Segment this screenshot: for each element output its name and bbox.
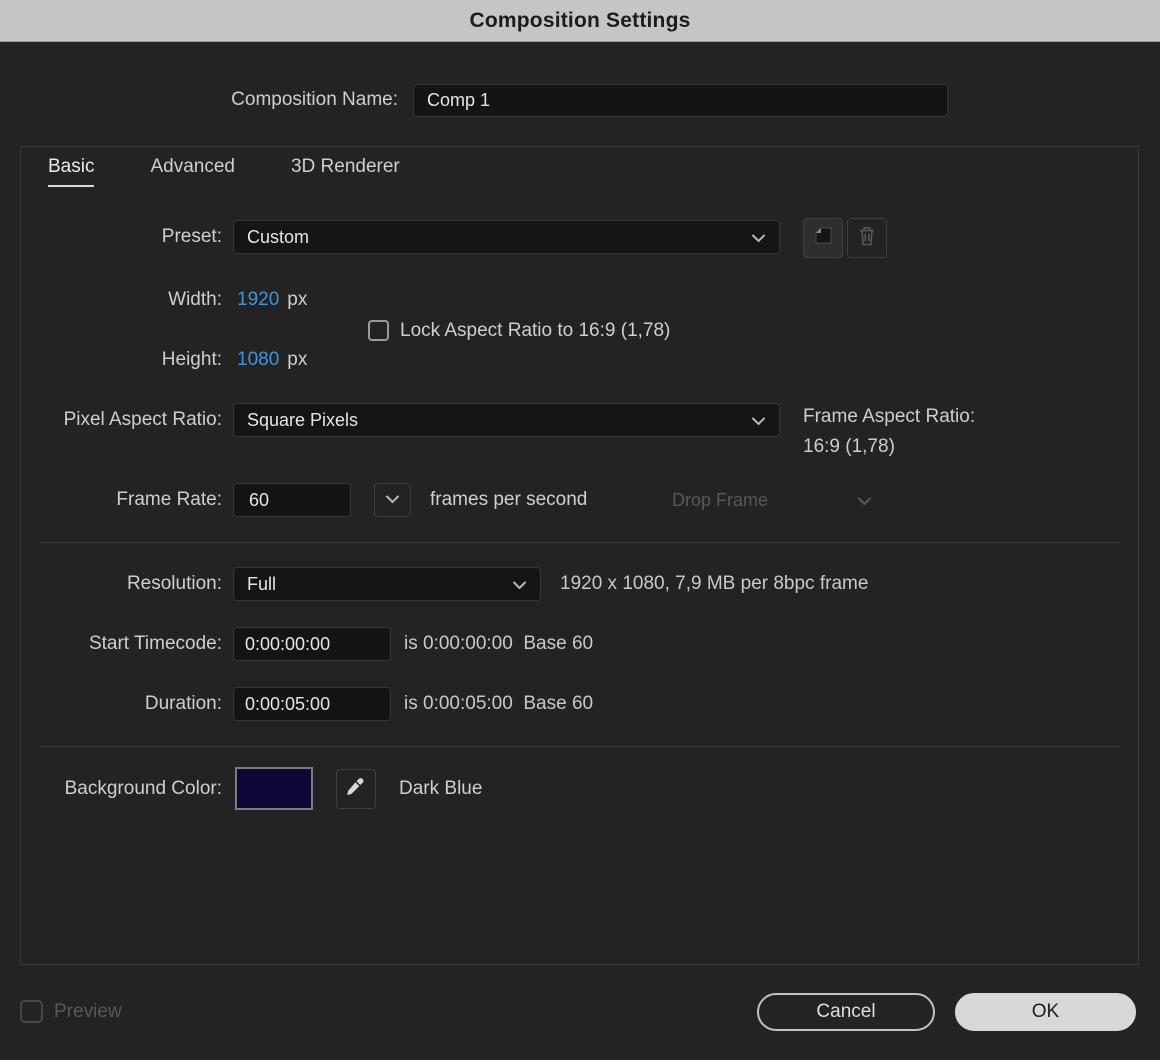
tab-advanced[interactable]: Advanced <box>150 156 235 187</box>
start-timecode-label: Start Timecode: <box>88 633 222 654</box>
resolution-label: Resolution: <box>126 573 222 594</box>
tab-content-panel <box>20 146 1139 965</box>
trash-icon <box>857 225 877 252</box>
cancel-button[interactable]: Cancel <box>757 993 935 1031</box>
background-color-name: Dark Blue <box>399 778 483 799</box>
window-title: Composition Settings <box>469 8 691 32</box>
start-timecode-info: is 0:00:00:00 Base 60 <box>404 633 594 654</box>
composition-name-label: Composition Name: <box>231 89 398 110</box>
composition-name-input[interactable] <box>413 84 948 117</box>
background-color-label: Background Color: <box>64 778 222 799</box>
preset-dropdown[interactable]: Custom <box>233 220 780 254</box>
save-preset-icon <box>813 225 834 251</box>
eyedropper-icon <box>346 777 366 802</box>
start-timecode-input[interactable] <box>233 627 391 661</box>
width-value[interactable]: 1920 <box>237 289 279 311</box>
preset-value: Custom <box>247 226 310 247</box>
pixel-aspect-ratio-dropdown[interactable]: Square Pixels <box>233 403 780 437</box>
tab-3d-renderer[interactable]: 3D Renderer <box>291 156 400 187</box>
cancel-button-label: Cancel <box>816 1001 876 1022</box>
frame-aspect-ratio-label: Frame Aspect Ratio: <box>803 406 976 427</box>
eyedropper-button[interactable] <box>336 769 376 809</box>
height-label: Height: <box>161 349 222 370</box>
lock-aspect-label: Lock Aspect Ratio to 16:9 (1,78) <box>400 320 671 341</box>
width-unit: px <box>287 289 308 310</box>
preset-label: Preset: <box>161 226 222 247</box>
pixel-aspect-ratio-label: Pixel Aspect Ratio: <box>63 409 222 430</box>
duration-input[interactable] <box>233 687 391 721</box>
height-value[interactable]: 1080 <box>237 349 279 371</box>
frame-aspect-ratio-value: 16:9 (1,78) <box>803 436 895 457</box>
drop-frame-value: Drop Frame <box>672 489 769 510</box>
width-value-row: 1920 px <box>237 289 307 311</box>
ok-button[interactable]: OK <box>955 993 1136 1031</box>
resolution-value: Full <box>247 573 277 594</box>
frame-rate-suffix: frames per second <box>430 489 588 510</box>
save-preset-button[interactable] <box>803 218 843 258</box>
frame-rate-input[interactable] <box>233 483 351 517</box>
preview-checkbox[interactable] <box>20 1000 43 1023</box>
preview-label: Preview <box>54 1001 122 1022</box>
pixel-aspect-ratio-value: Square Pixels <box>247 409 359 430</box>
width-label: Width: <box>168 289 222 310</box>
delete-preset-button[interactable] <box>847 218 887 258</box>
background-color-swatch[interactable] <box>235 767 313 810</box>
lock-aspect-checkbox[interactable] <box>368 320 389 341</box>
chevron-down-icon <box>857 490 872 511</box>
frame-rate-preset-button[interactable] <box>374 483 411 517</box>
tab-basic[interactable]: Basic <box>48 156 95 187</box>
drop-frame-dropdown[interactable]: Drop Frame <box>658 483 886 517</box>
divider <box>40 542 1120 543</box>
duration-info: is 0:00:05:00 Base 60 <box>404 693 594 714</box>
height-unit: px <box>287 349 308 370</box>
divider <box>40 746 1120 747</box>
window-titlebar: Composition Settings <box>0 0 1160 42</box>
ok-button-label: OK <box>1031 1001 1060 1022</box>
chevron-down-icon <box>751 410 766 431</box>
chevron-down-icon <box>751 227 766 248</box>
frame-rate-label: Frame Rate: <box>116 489 222 510</box>
resolution-dropdown[interactable]: Full <box>233 567 541 601</box>
tab-bar: Basic Advanced 3D Renderer <box>48 156 400 187</box>
chevron-down-icon <box>512 574 527 595</box>
resolution-info: 1920 x 1080, 7,9 MB per 8bpc frame <box>560 573 869 594</box>
height-value-row: 1080 px <box>237 349 307 371</box>
chevron-down-icon <box>385 491 400 509</box>
duration-label: Duration: <box>144 693 222 714</box>
